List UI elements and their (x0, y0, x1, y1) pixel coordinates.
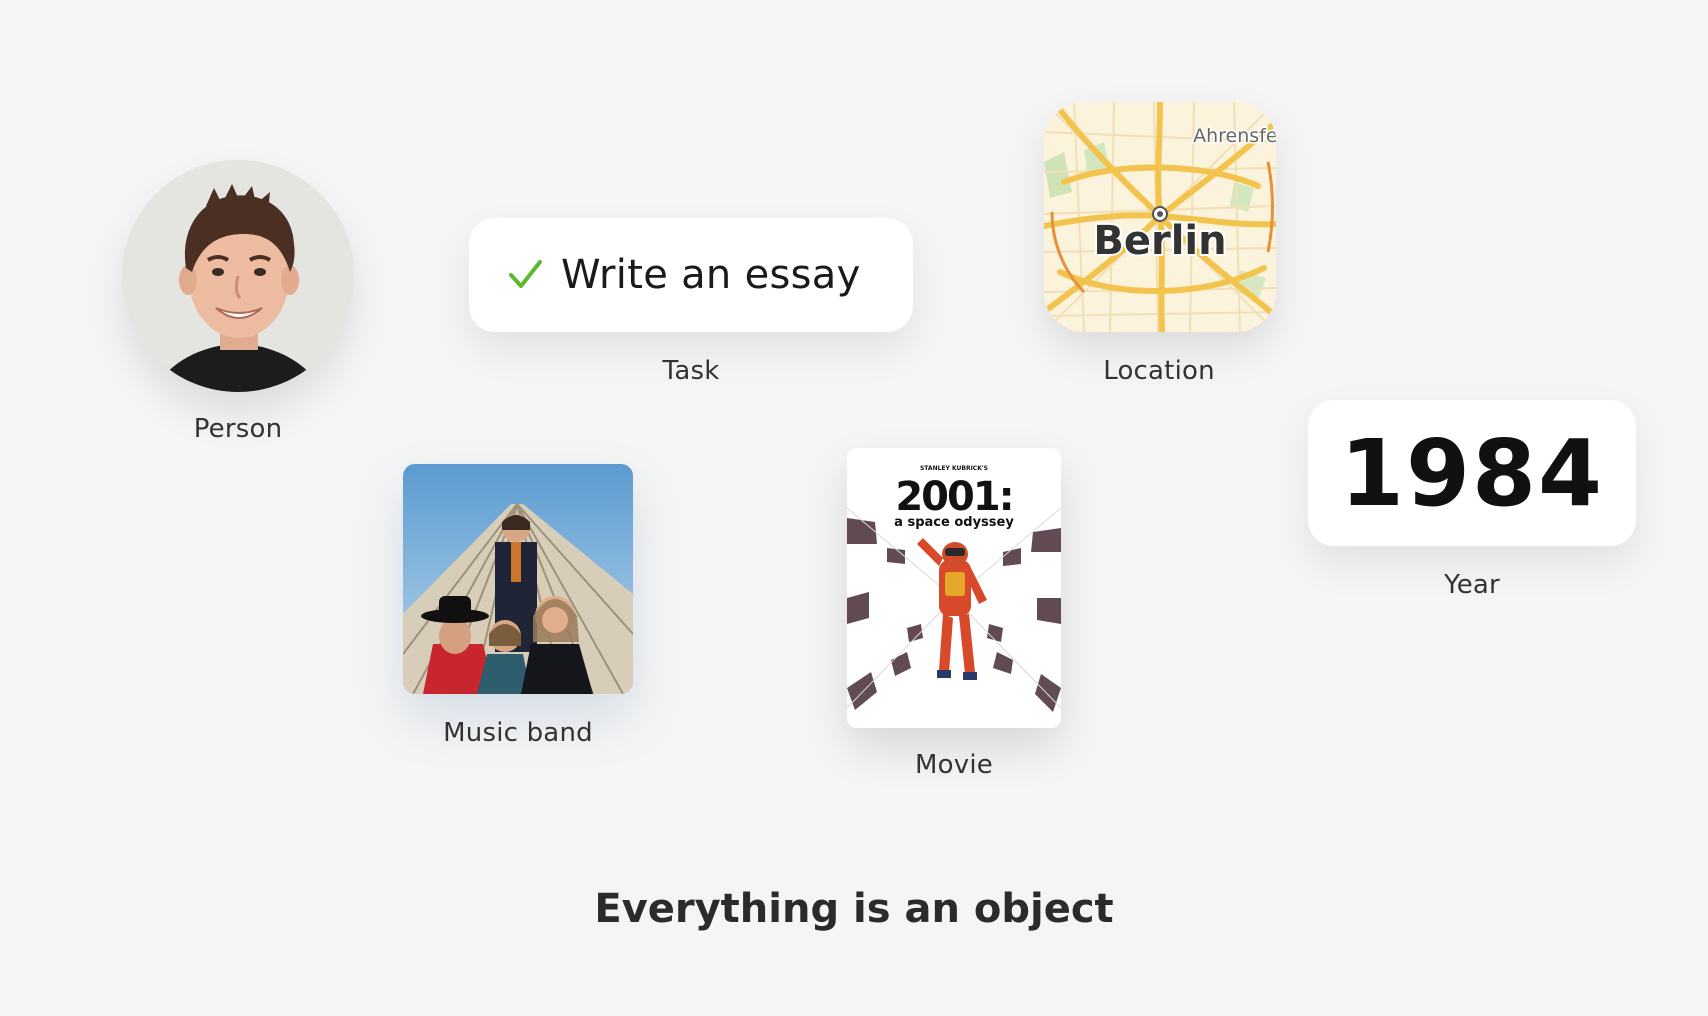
year-label: Year (1444, 570, 1500, 600)
person-avatar[interactable] (122, 160, 354, 392)
map-image: Ahrensfel Berlin (1044, 102, 1276, 332)
person-photo (122, 160, 354, 392)
task-title: Write an essay (561, 252, 861, 298)
band-photo[interactable] (403, 464, 633, 694)
poster-title: 2001: (895, 474, 1012, 520)
year-value: 1984 (1339, 419, 1605, 527)
page-headline: Everything is an object (594, 886, 1114, 932)
band-label: Music band (443, 718, 593, 748)
map-nearby-label: Ahrensfel (1193, 125, 1276, 147)
poster-image: STANLEY KUBRICK'S 2001: a space odyssey (847, 448, 1061, 728)
movie-label: Movie (915, 750, 993, 780)
poster-credit: STANLEY KUBRICK'S (920, 465, 988, 472)
objects-showcase: Person Write an essay Task Ahrensfel Ber… (0, 0, 1708, 1016)
person-label: Person (193, 414, 283, 444)
location-map[interactable]: Ahrensfel Berlin (1044, 102, 1276, 332)
checkmark-icon (509, 260, 542, 288)
map-city-label: Berlin (1093, 218, 1226, 264)
poster-subtitle: a space odyssey (894, 515, 1014, 530)
band-image (403, 464, 633, 694)
year-card[interactable]: 1984 (1308, 400, 1636, 546)
location-label: Location (1103, 356, 1215, 386)
task-label: Task (662, 356, 720, 386)
movie-poster[interactable]: STANLEY KUBRICK'S 2001: a space odyssey (847, 448, 1061, 728)
task-card[interactable]: Write an essay (469, 218, 913, 332)
